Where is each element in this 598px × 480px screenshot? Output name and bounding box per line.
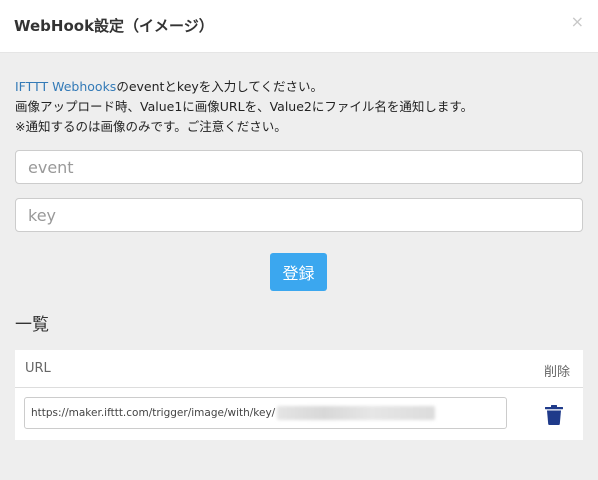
register-button[interactable]: 登録 (270, 253, 327, 291)
dialog-title: WebHook設定（イメージ） (14, 17, 214, 35)
dialog-header: WebHook設定（イメージ） × (0, 0, 598, 53)
instruction-line-3: ※通知するのは画像のみです。ご注意ください。 (15, 119, 287, 134)
instruction-line-2: 画像アップロード時、Value1に画像URLを、Value2にファイル名を通知し… (15, 99, 474, 114)
close-icon[interactable]: × (571, 14, 584, 30)
redacted-key (277, 406, 436, 420)
column-header-url: URL (25, 361, 51, 376)
key-input[interactable] (15, 198, 583, 232)
trash-body (547, 410, 561, 425)
table-row: https://maker.ifttt.com/trigger/image/wi… (15, 389, 583, 440)
trash-icon[interactable] (545, 405, 563, 425)
webhook-url-text: https://maker.ifttt.com/trigger/image/wi… (31, 407, 276, 419)
webhook-table: URL 削除 https://maker.ifttt.com/trigger/i… (15, 350, 583, 440)
webhook-url-field[interactable]: https://maker.ifttt.com/trigger/image/wi… (24, 397, 507, 429)
instruction-line-1: IFTTT Webhooksのeventとkeyを入力してください。 (15, 77, 473, 97)
trash-handle (551, 405, 557, 408)
ifttt-webhooks-link[interactable]: IFTTT Webhooks (15, 79, 116, 94)
table-header: URL 削除 (15, 350, 583, 388)
instructions: IFTTT Webhooksのeventとkeyを入力してください。 画像アップ… (15, 77, 473, 137)
column-header-delete: 削除 (543, 365, 570, 380)
webhook-settings-dialog: WebHook設定（イメージ） × IFTTT Webhooksのeventとk… (0, 0, 598, 480)
instruction-line-1-text: のeventとkeyを入力してください。 (116, 79, 324, 94)
list-title: 一覧 (15, 315, 49, 335)
event-input[interactable] (15, 150, 583, 184)
